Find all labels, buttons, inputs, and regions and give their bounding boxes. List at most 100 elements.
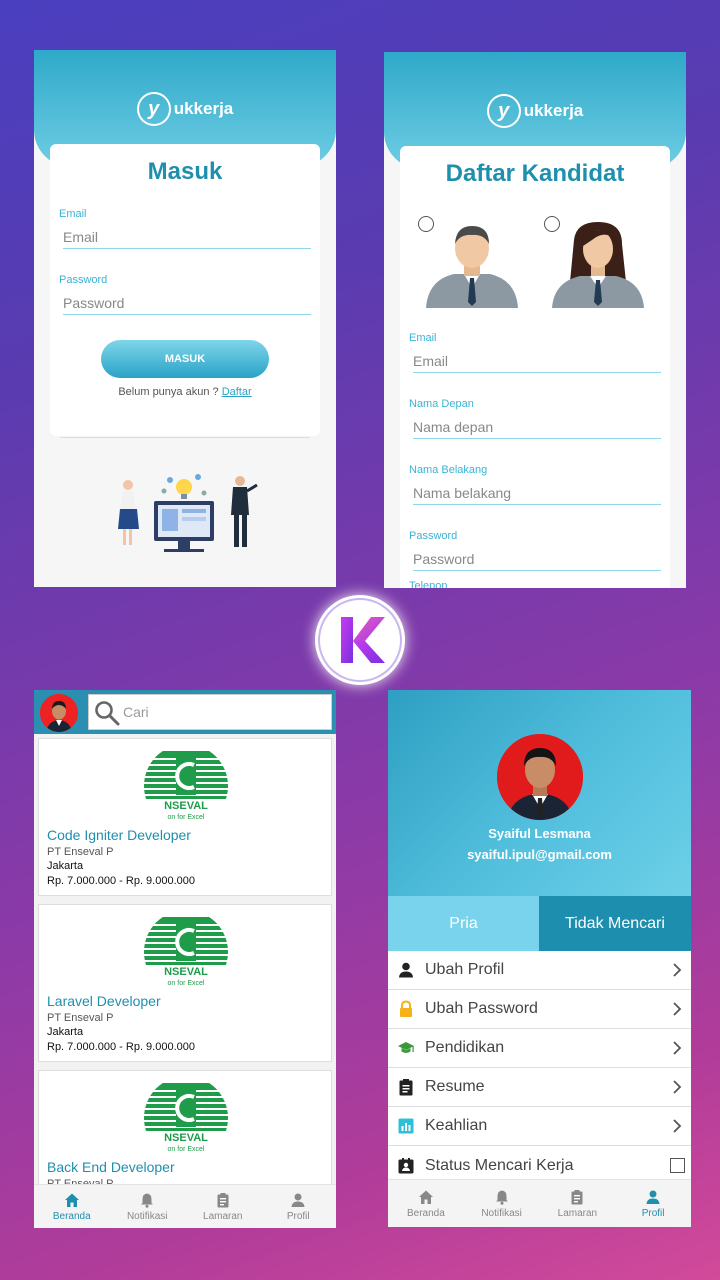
login-card: Masuk Email Password MASUK Belum punya a… [50, 144, 320, 436]
email-field[interactable] [413, 350, 661, 373]
nav-beranda[interactable]: Beranda [34, 1185, 110, 1228]
nav-lamaran[interactable]: Lamaran [185, 1185, 261, 1228]
email-field-group: Email [59, 208, 311, 249]
email-label: Email [409, 332, 437, 344]
menu-label: Keahlian [425, 1117, 488, 1134]
person-icon [399, 962, 413, 978]
page-title: Masuk [147, 158, 223, 185]
menu-item-pendidikan[interactable]: Pendidikan [388, 1029, 691, 1068]
bottom-nav: Beranda Notifikasi Lamaran Profil [388, 1179, 691, 1227]
job-company: PT Enseval P [47, 1012, 114, 1024]
home-icon [64, 1193, 79, 1207]
password-field[interactable] [413, 548, 661, 571]
password-field-group: Password [409, 530, 661, 571]
chevron-right-icon [673, 1119, 682, 1133]
app-logo: y ukkerja [384, 94, 686, 128]
company-logo-tagline: on for Excel [168, 1146, 205, 1153]
job-status-toggle[interactable]: Tidak Mencari [539, 896, 691, 951]
job-salary: Rp. 7.000.000 - Rp. 9.000.000 [47, 1041, 195, 1053]
first-name-field-group: Nama Depan [409, 398, 661, 439]
k-brand-logo [315, 595, 405, 685]
company-logo-tagline: on for Excel [168, 814, 205, 821]
nav-label: Lamaran [203, 1210, 243, 1222]
avatar[interactable] [497, 734, 583, 820]
phone-label: Telepon [409, 580, 448, 588]
nav-label: Profil [641, 1207, 665, 1219]
menu-item-resume[interactable]: Resume [388, 1068, 691, 1107]
nav-label: Beranda [406, 1207, 445, 1219]
user-photo-icon [497, 734, 583, 820]
nav-label: Profil [286, 1210, 310, 1222]
last-name-field-group: Nama Belakang [409, 464, 661, 505]
logo-mark-icon: y [136, 92, 171, 126]
logo-mark-icon: y [486, 94, 521, 128]
search-icon[interactable] [93, 699, 121, 727]
male-avatar-icon[interactable] [426, 222, 518, 308]
person-icon [646, 1190, 660, 1204]
chevron-right-icon [673, 1080, 682, 1094]
register-hint-text: Belum punya akun ? [118, 386, 222, 398]
bell-icon [141, 1193, 154, 1208]
menu-label: Status Mencari Kerja [425, 1156, 574, 1174]
menu-item-ubah-profil[interactable]: Ubah Profil [388, 951, 691, 990]
clipboard-icon [217, 1192, 229, 1207]
menu-label: Ubah Profil [425, 961, 505, 978]
user-photo-icon [40, 694, 78, 732]
chevron-right-icon [673, 1002, 682, 1016]
menu-item-ubah-password[interactable]: Ubah Password [388, 990, 691, 1029]
page-title: Daftar Kandidat [445, 160, 625, 187]
email-label: Email [59, 208, 87, 220]
first-name-field[interactable] [413, 416, 661, 439]
email-field[interactable] [63, 226, 311, 249]
home-header [34, 690, 336, 734]
avatar[interactable] [40, 694, 78, 732]
login-button[interactable]: MASUK [101, 340, 269, 378]
company-logo-text: NSEVAL [164, 1132, 208, 1144]
company-logo-tagline: on for Excel [168, 980, 205, 987]
chart-icon [398, 1118, 414, 1134]
menu-label: Resume [425, 1078, 485, 1095]
menu-label: Pendidikan [425, 1039, 505, 1056]
password-label: Password [59, 274, 108, 286]
female-avatar-icon[interactable] [552, 222, 644, 308]
nav-lamaran[interactable]: Lamaran [540, 1180, 616, 1227]
company-logo-icon: NSEVAL on for Excel [144, 1083, 228, 1153]
register-link[interactable]: Daftar [222, 386, 252, 398]
lock-icon [400, 1000, 412, 1017]
job-title[interactable]: Back End Developer [47, 1159, 175, 1175]
phone-field-group: Telepon [409, 580, 657, 588]
register-hint: Belum punya akun ? Daftar [50, 386, 320, 398]
home-screen: NSEVAL on for Excel Code Igniter Develop… [34, 690, 336, 1228]
last-name-field[interactable] [413, 482, 661, 505]
password-label: Password [409, 530, 458, 542]
profile-email: syaiful.ipul@gmail.com [467, 847, 612, 862]
profile-screen: Syaiful Lesmana syaiful.ipul@gmail.com P… [388, 690, 691, 1227]
job-title[interactable]: Code Igniter Developer [47, 827, 191, 843]
company-logo-icon: NSEVAL on for Excel [144, 751, 228, 821]
logo-text: ukkerja [523, 101, 584, 120]
gender-toggle[interactable]: Pria [388, 896, 539, 951]
login-screen: y ukkerja Masuk Email Password MASUK Bel… [34, 50, 336, 587]
profile-name: Syaiful Lesmana [488, 826, 591, 841]
job-card[interactable]: NSEVAL on for Excel Laravel Developer PT… [38, 904, 332, 1062]
logo-text: ukkerja [173, 99, 234, 118]
job-search-checkbox[interactable] [670, 1158, 685, 1173]
job-salary: Rp. 7.000.000 - Rp. 9.000.000 [47, 875, 195, 887]
job-title[interactable]: Laravel Developer [47, 993, 161, 1009]
nav-notifikasi[interactable]: Notifikasi [110, 1185, 186, 1228]
search-input[interactable] [123, 704, 323, 720]
bell-icon [495, 1190, 508, 1205]
password-field[interactable] [63, 292, 311, 315]
job-city: Jakarta [47, 1026, 84, 1038]
nav-profil[interactable]: Profil [261, 1185, 337, 1228]
person-icon [291, 1193, 305, 1207]
menu-item-keahlian[interactable]: Keahlian [388, 1107, 691, 1146]
nav-profil[interactable]: Profil [615, 1180, 691, 1227]
company-logo-text: NSEVAL [164, 800, 208, 812]
home-icon [418, 1190, 433, 1204]
job-card[interactable]: NSEVAL on for Excel Code Igniter Develop… [38, 738, 332, 896]
nav-label: Lamaran [557, 1207, 598, 1219]
nav-beranda[interactable]: Beranda [388, 1180, 464, 1227]
nav-notifikasi[interactable]: Notifikasi [464, 1180, 540, 1227]
search-bar[interactable] [88, 694, 332, 730]
